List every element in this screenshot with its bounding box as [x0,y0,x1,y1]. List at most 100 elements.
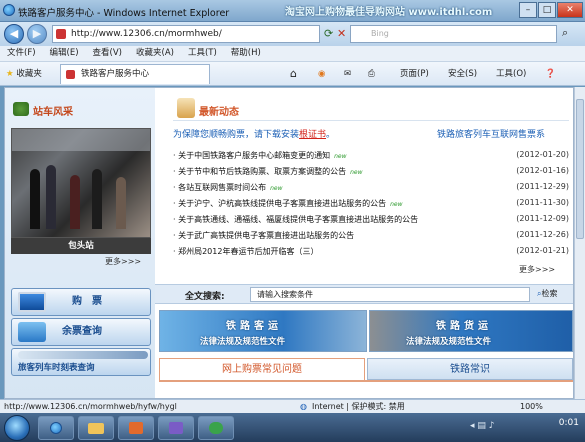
mail-icon[interactable]: ✉ [344,62,351,86]
close-button[interactable]: ✕ [557,2,583,18]
passenger-regulations-banner[interactable]: 铁路客运 法律法规及规范性文件 [159,310,367,352]
menu-edit[interactable]: 编辑(E) [43,46,86,61]
news-item-title: 关于沪宁、沪杭高铁线提供电子客票直接进出站服务的公告 [178,199,387,208]
news-date: (2012-01-21) [516,246,569,255]
search-submit-button[interactable]: ⌕检索 [537,287,569,302]
back-button[interactable]: ◀ [4,24,24,44]
favorites-button[interactable]: ★ 收藏夹 [6,62,42,86]
address-url: http://www.12306.cn/mormhweb/ [71,29,222,39]
scroll-thumb[interactable] [576,99,584,239]
tab-current[interactable]: 铁路客户服务中心 [60,64,210,84]
menu-view[interactable]: 查看(V) [86,46,129,61]
feeds-icon[interactable]: ◉ [318,62,325,86]
start-button[interactable] [4,415,30,441]
passenger-banner-subtitle: 法律法规及规范性文件 [200,337,286,347]
tab-railway-knowledge[interactable]: 铁路常识 [367,358,573,380]
online-ticketing-link[interactable]: 铁路旅客列车互联网售票系 [437,127,545,140]
page-menu[interactable]: 页面(P) [400,62,429,86]
tools-menu[interactable]: 工具(O) [496,62,526,86]
ie-icon [50,422,62,434]
buy-ticket-button[interactable]: 购 票 [11,288,151,316]
taskbar-app-5[interactable] [198,416,234,440]
news-header-rule [173,120,569,121]
news-item-title: 关于节中和节后铁路购票、取票方案调整的公告 [178,167,347,176]
news-item[interactable]: · 各站互联网售票时间公布 new [173,182,283,193]
news-item-title: 关于高铁通线、通福线、福厦线提供电子客票直接进出站服务的公告 [178,215,419,224]
zoom-level[interactable]: 100% [520,400,543,413]
minimize-button[interactable]: – [519,2,537,18]
news-item[interactable]: · 郑州局2012年春运节后加开临客（三） [173,246,318,257]
page-icon [56,29,66,39]
menu-file[interactable]: 文件(F) [0,46,43,61]
tab-label: 铁路客户服务中心 [81,69,150,79]
refresh-icon[interactable]: ⟳ [324,27,333,40]
menu-bar: 文件(F) 编辑(E) 查看(V) 收藏夹(A) 工具(T) 帮助(H) [0,46,585,62]
news-item[interactable]: · 关于高铁通线、通福线、福厦线提供电子客票直接进出站服务的公告 [173,214,418,225]
favorites-label: 收藏夹 [16,69,42,79]
buy-ticket-label: 购 票 [72,296,102,307]
news-more-link[interactable]: 更多>>> [519,264,555,275]
taskbar-app-4[interactable] [158,416,194,440]
favorites-bar: ★ 收藏夹 铁路客户服务中心 ⌂ ◉ ✉ ⎙ 页面(P) 安全(S) 工具(O)… [0,62,585,86]
news-item[interactable]: · 关于武广高铁提供电子客票直接进出站服务的公告 [173,230,354,241]
news-item[interactable]: · 关于中国铁路客户服务中心邮箱变更的通知 new [173,150,347,161]
remaining-tickets-button[interactable]: 余票查询 [11,318,151,346]
photo-ceiling [12,129,150,151]
stop-icon[interactable]: ✕ [337,27,346,40]
photo-figure [116,177,126,229]
news-item[interactable]: · 关于沪宁、沪杭高铁线提供电子客票直接进出站服务的公告 new [173,198,403,209]
new-badge: new [270,185,283,192]
tray-icons[interactable]: ◂ ▤ ♪ [470,421,495,431]
station-header-icon [13,102,29,116]
taskbar-ie[interactable] [38,416,74,440]
search-provider: Bing [371,29,389,38]
taskbar: ◂ ▤ ♪ 0:01 [0,413,585,442]
status-url: http://www.12306.cn/mormhweb/hyfw/hygl [4,402,177,411]
security-zone[interactable]: Internet | 保护模式: 禁用 [312,400,405,413]
vertical-scrollbar[interactable] [574,87,585,399]
menu-help[interactable]: 帮助(H) [224,46,268,61]
forward-button[interactable]: ▶ [27,24,47,44]
news-item-title: 关于武广高铁提供电子客票直接进出站服务的公告 [178,231,355,240]
freight-regulations-banner[interactable]: 铁路货运 法律法规及规范性文件 [369,310,573,352]
watermark-text: 淘宝网上购物最佳导购网站 www.itdhl.com [285,7,493,18]
maximize-button[interactable]: □ [538,2,556,18]
app-icon [209,422,223,434]
address-field[interactable]: http://www.12306.cn/mormhweb/ [52,25,320,43]
new-badge: new [350,169,363,176]
news-item-title: 关于中国铁路客户服务中心邮箱变更的通知 [178,151,331,160]
search-icon[interactable]: ⌕ [562,26,568,40]
news-header-icon [177,98,195,118]
news-item-title: 郑州局2012年春运节后加开临客（三） [178,247,319,256]
clock[interactable]: 0:01 [559,418,579,428]
news-date: (2011-12-26) [516,230,569,239]
station-photo[interactable] [11,128,151,238]
app-icon [169,422,183,434]
search-field[interactable]: Bing [350,25,557,43]
menu-favorites[interactable]: 收藏夹(A) [129,46,181,61]
news-panel: 最新动态 为保障您顺畅购票，请下载安装根证书。 铁路旅客列车互联网售票系 · 关… [155,88,573,278]
home-icon[interactable]: ⌂ [290,62,297,86]
safety-menu[interactable]: 安全(S) [448,62,477,86]
menu-tools[interactable]: 工具(T) [181,46,224,61]
timetable-button[interactable]: 旅客列车时刻表查询 [11,348,151,376]
fulltext-search-input[interactable]: 请输入搜索条件 [250,287,530,302]
cert-link[interactable]: 根证书 [299,130,326,140]
station-more-link[interactable]: 更多>>> [105,256,141,267]
taskbar-app-3[interactable] [118,416,154,440]
photo-figure [70,175,80,229]
cert-notice: 为保障您顺畅购票，请下载安装根证书。 [173,127,335,140]
news-item[interactable]: · 关于节中和节后铁路购票、取票方案调整的公告 new [173,166,363,177]
freight-banner-title: 铁路货运 [436,321,492,332]
passenger-banner-title: 铁路客运 [226,321,282,332]
news-date: (2011-11-30) [516,198,569,207]
status-bar: http://www.12306.cn/mormhweb/hyfw/hygl ◍… [0,399,585,413]
search-label: 全文搜索: [185,292,225,302]
help-icon[interactable]: ❓ [545,62,556,86]
fulltext-search: 全文搜索: 请输入搜索条件 ⌕检索 [155,284,573,304]
photo-figure [92,169,102,229]
print-icon[interactable]: ⎙ [368,62,375,86]
ie-icon [3,4,15,16]
taskbar-explorer[interactable] [78,416,114,440]
tab-faq[interactable]: 网上购票常见问题 [159,358,365,380]
